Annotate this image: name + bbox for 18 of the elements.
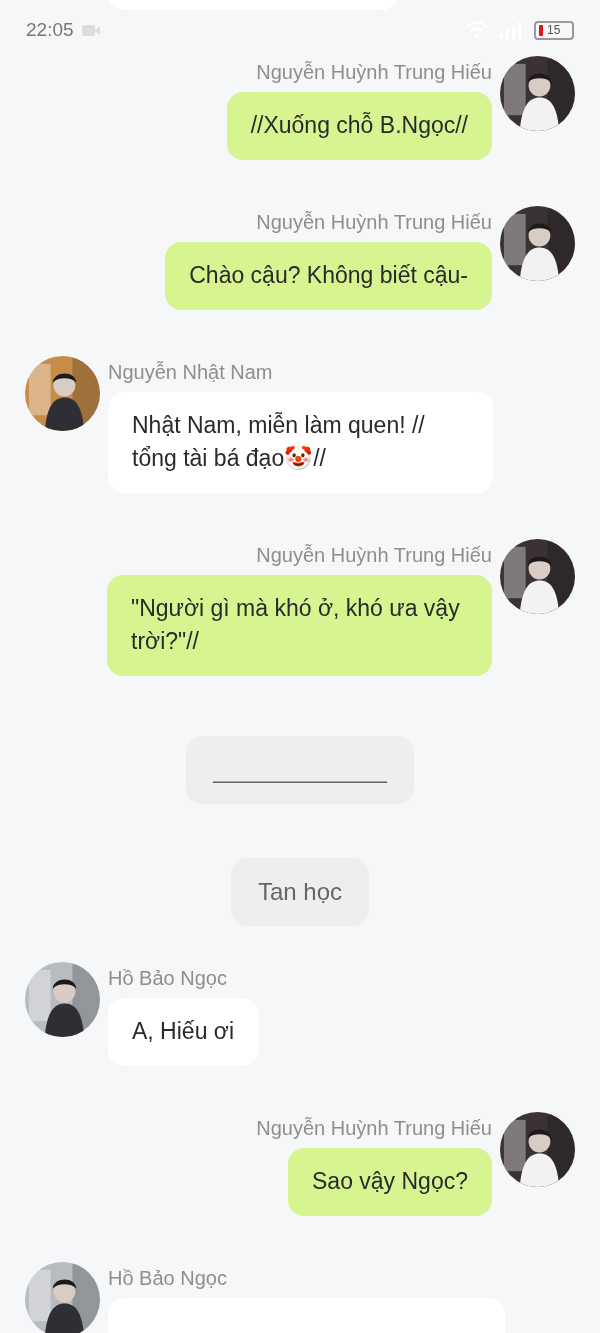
battery-indicator: 15 [534, 20, 574, 40]
message-bubble: //Xuống chỗ B.Ngọc// [226, 92, 492, 160]
sender-name: Nguyễn Huỳnh Trung Hiếu [256, 210, 492, 234]
message-bubble: A, Hiếu ơi [108, 998, 258, 1066]
sender-name: Nguyễn Huỳnh Trung Hiếu [256, 1116, 492, 1140]
sender-name: Nguyễn Nhật Nam [108, 360, 273, 384]
sender-name: Hồ Bảo Ngọc [108, 1266, 227, 1290]
system-notice: _____________ [186, 736, 414, 804]
sender-name: Hồ Bảo Ngọc [108, 966, 227, 990]
camera-icon [81, 23, 100, 37]
sender-name: Nguyễn Huỳnh Trung Hiếu [256, 543, 492, 567]
message-bubble: Sao vậy Ngọc? [288, 1148, 492, 1216]
message-bubble: Chào cậu? Không biết cậu- [165, 242, 492, 310]
system-notice: Tan học [230, 858, 370, 926]
message-bubble: Nhật Nam, miễn làm quen! // tổng tài bá đạo🤡// [108, 392, 493, 493]
sender-name: Nguyễn Huỳnh Trung Hiếu [256, 60, 492, 84]
message-bubble: "Người gì mà khó ở, khó ưa vậy trời?"// [107, 575, 492, 676]
clock: 22:05 [26, 19, 74, 41]
